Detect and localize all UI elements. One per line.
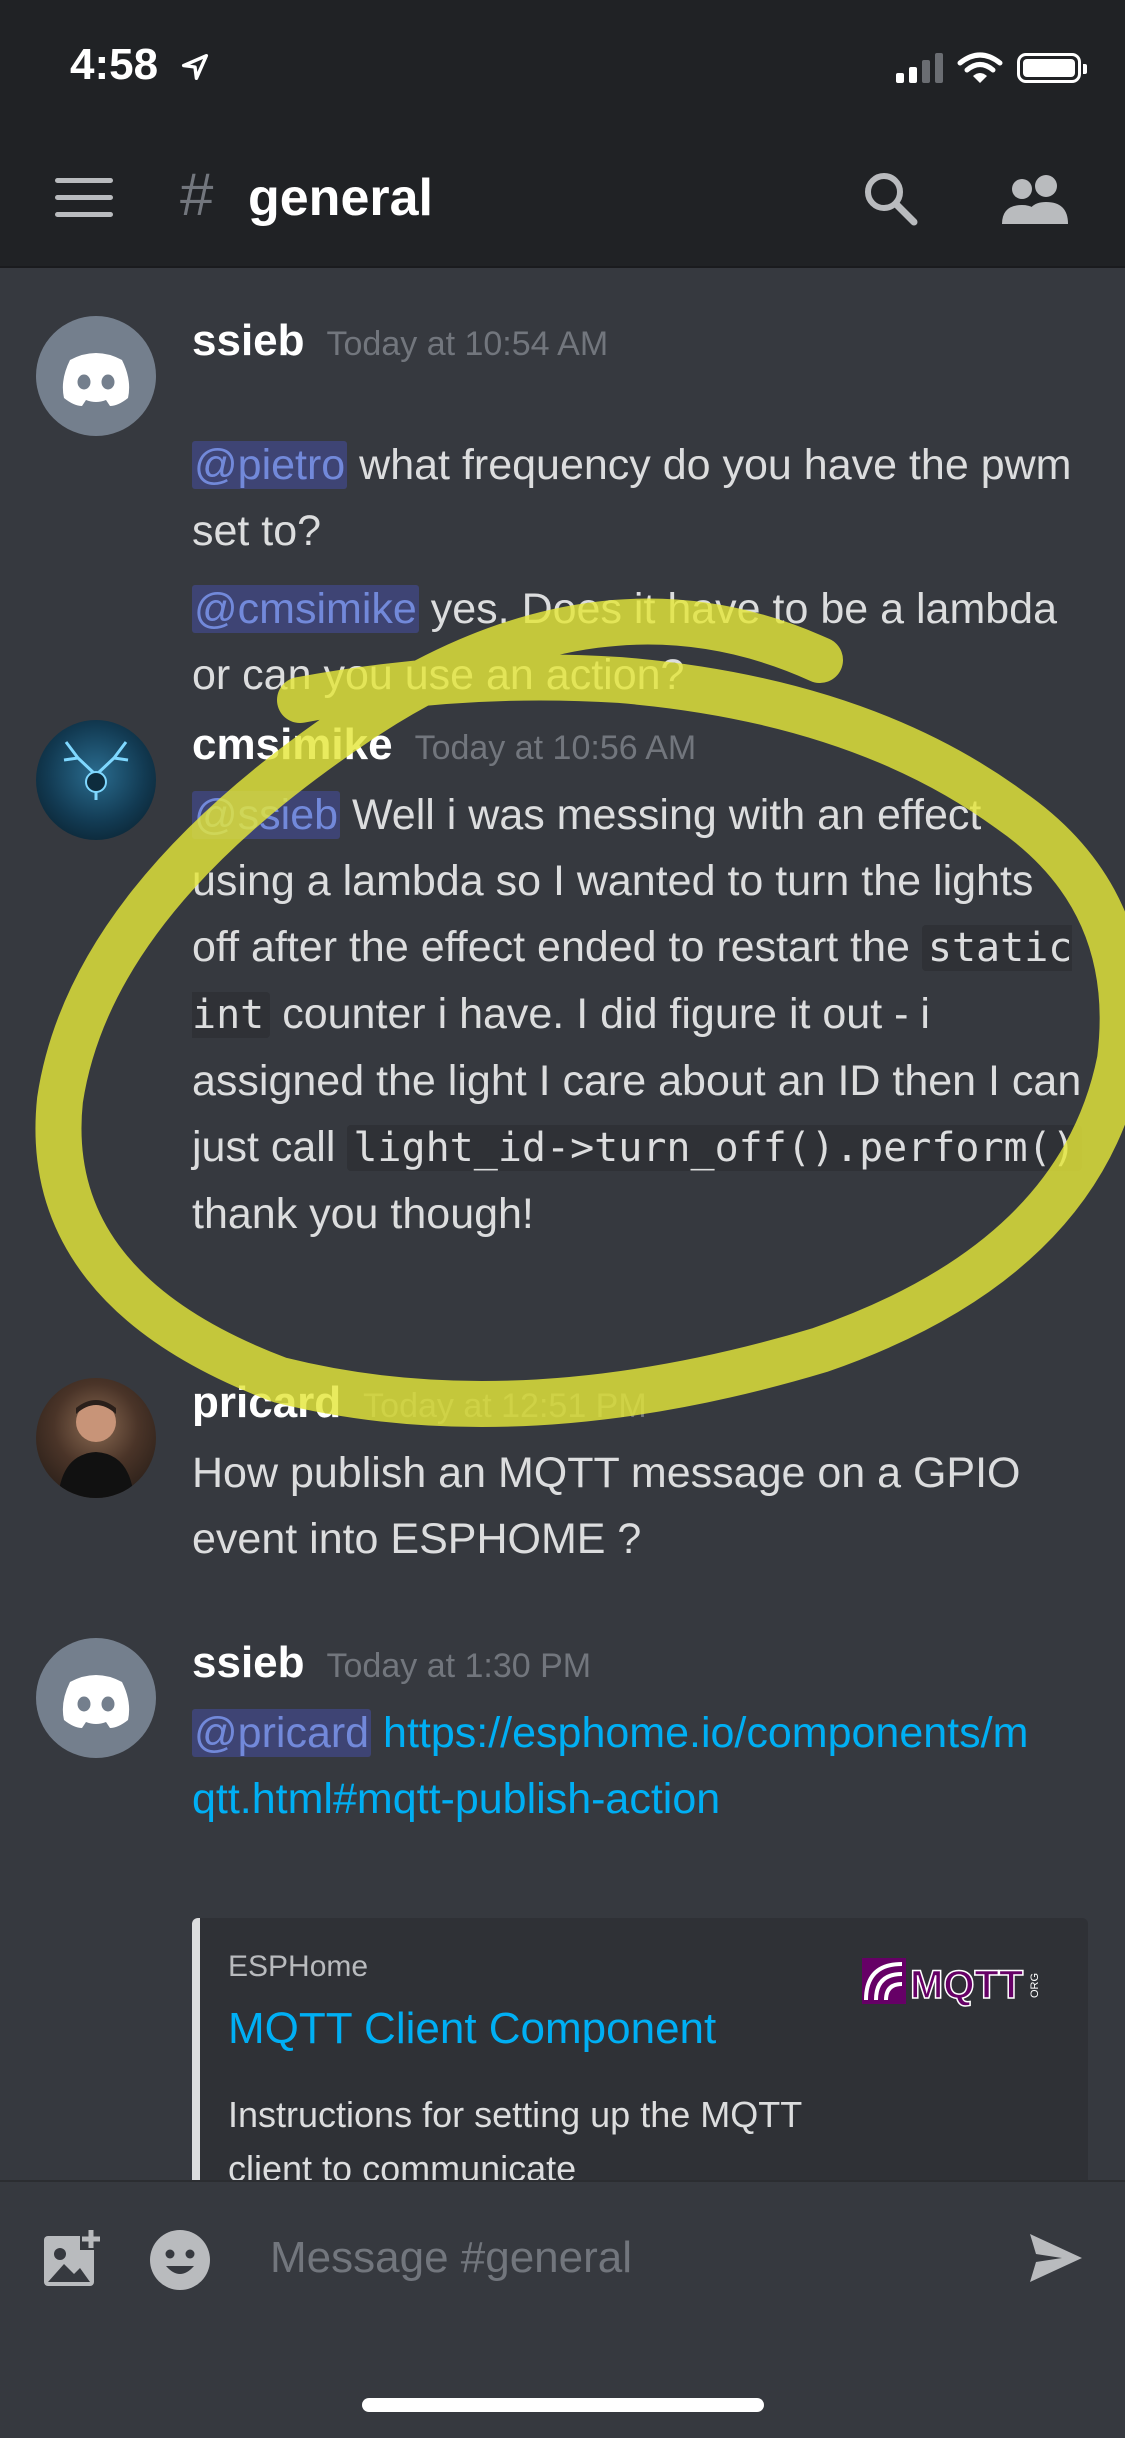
search-icon[interactable] xyxy=(862,170,918,226)
timestamp: Today at 10:54 AM xyxy=(326,325,609,363)
embed-title[interactable]: MQTT Client Component xyxy=(228,2004,716,2054)
message-header: ssieb Today at 10:54 AM xyxy=(192,316,608,376)
status-time: 4:58 xyxy=(70,40,159,89)
cellular-signal-icon xyxy=(896,53,943,83)
avatar[interactable] xyxy=(36,1378,156,1498)
message-text: @ssieb Well i was messing with an effect… xyxy=(192,782,1092,1247)
timestamp: Today at 1:30 PM xyxy=(326,1647,592,1685)
send-icon[interactable] xyxy=(1028,2232,1084,2284)
username[interactable]: pricard xyxy=(192,1378,341,1427)
timestamp: Today at 12:51 PM xyxy=(363,1387,647,1425)
location-arrow-icon xyxy=(181,53,209,81)
mqtt-logo-suffix: ORG xyxy=(1029,1973,1041,1998)
mqtt-logo-text: MQTT xyxy=(910,1963,1023,2007)
battery-icon xyxy=(1017,53,1087,83)
inline-code: light_id->turn_off().perform() xyxy=(347,1125,1082,1171)
username[interactable]: cmsimike xyxy=(192,720,393,769)
message-text: @pricard https://esphome.io/components/m… xyxy=(192,1700,1052,1832)
message-text: How publish an MQTT message on a GPIO ev… xyxy=(192,1449,1021,1563)
wifi-icon xyxy=(957,52,1003,83)
message-header: ssieb Today at 1:30 PM xyxy=(192,1638,591,1698)
link-embed[interactable]: ESPHome MQTT Client Component Instructio… xyxy=(192,1918,1088,2180)
message-text: @pietro what frequency do you have the p… xyxy=(192,432,1092,564)
discord-logo-icon xyxy=(62,353,130,406)
avatar[interactable] xyxy=(36,316,156,436)
status-bar: 4:58 xyxy=(0,0,1125,130)
mention[interactable]: @pricard xyxy=(192,1709,372,1757)
username[interactable]: ssieb xyxy=(192,1638,305,1687)
hamburger-icon[interactable] xyxy=(55,178,113,218)
embed-provider[interactable]: ESPHome xyxy=(228,1950,368,1984)
composer-bar xyxy=(0,2182,1125,2332)
channel-hash-icon: # xyxy=(180,161,214,228)
mention[interactable]: @pietro xyxy=(192,441,348,489)
emoji-icon[interactable] xyxy=(148,2228,212,2292)
channel-title[interactable]: general xyxy=(248,168,433,228)
status-icons xyxy=(896,48,1087,88)
avatar[interactable] xyxy=(36,720,156,840)
avatar[interactable] xyxy=(36,1638,156,1758)
antlers-avatar-icon xyxy=(63,741,129,800)
timestamp: Today at 10:56 AM xyxy=(414,729,697,767)
discord-logo-icon xyxy=(62,1675,130,1728)
members-icon[interactable] xyxy=(998,172,1072,224)
embed-description: Instructions for setting up the MQTT cli… xyxy=(228,2094,802,2180)
channel-header: # general xyxy=(0,130,1125,268)
message-header: cmsimike Today at 10:56 AM xyxy=(192,720,696,780)
home-indicator[interactable] xyxy=(362,2398,764,2412)
message-header: pricard Today at 12:51 PM xyxy=(192,1378,647,1438)
image-icon[interactable] xyxy=(40,2228,102,2290)
username[interactable]: ssieb xyxy=(192,316,305,365)
mention[interactable]: @cmsimike xyxy=(192,585,419,633)
person-avatar-icon xyxy=(58,1400,134,1498)
mqtt-logo-thumbnail[interactable]: MQTT ORG xyxy=(862,1954,1052,2008)
message-text-span: thank you though! xyxy=(192,1190,534,1238)
message-input[interactable] xyxy=(268,2222,992,2294)
message-list[interactable]: ssieb Today at 10:54 AM @pietro what freq… xyxy=(0,268,1125,2180)
mention[interactable]: @ssieb xyxy=(192,791,341,839)
message-text: @cmsimike yes. Does it have to be a lamb… xyxy=(192,576,1092,708)
